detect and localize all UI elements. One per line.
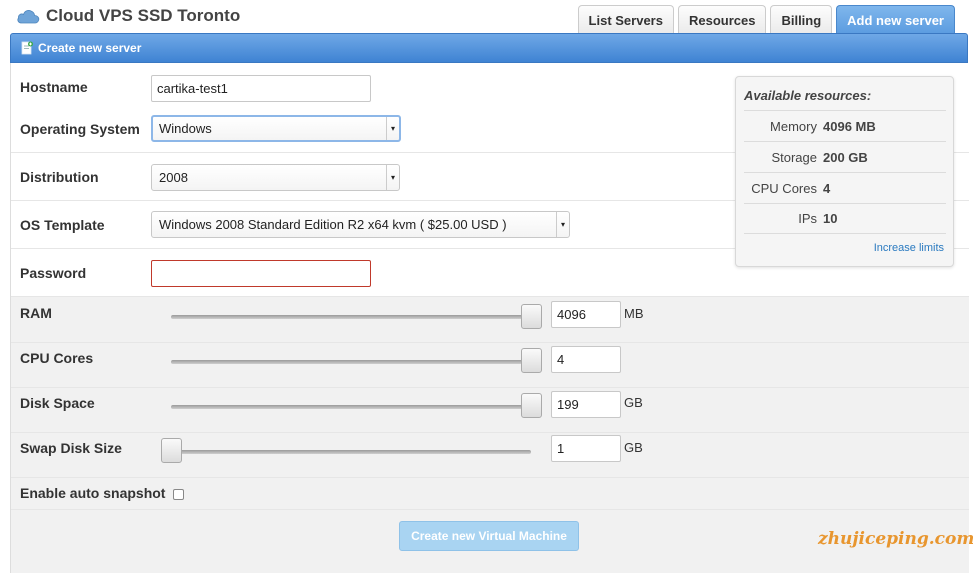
increase-limits-link[interactable]: Increase limits xyxy=(874,242,944,254)
os-label: Operating System xyxy=(20,121,140,137)
resources-title: Available resources: xyxy=(744,88,872,103)
panel-header: Create new server xyxy=(10,33,968,63)
resource-row-ips: IPs 10 xyxy=(744,203,946,234)
template-label: OS Template xyxy=(20,217,105,233)
password-input[interactable] xyxy=(151,260,371,287)
ram-slider-handle[interactable] xyxy=(521,304,542,329)
disk-row: Disk Space 199 GB xyxy=(11,387,969,432)
caret-icon: ▾ xyxy=(386,165,399,190)
template-select-value: Windows 2008 Standard Edition R2 x64 kvm… xyxy=(159,217,507,232)
ram-unit: MB xyxy=(624,306,644,321)
cloud-icon xyxy=(16,8,40,24)
header: Cloud VPS SSD Toronto List Servers Resou… xyxy=(0,0,973,34)
create-vm-button[interactable]: Create new Virtual Machine xyxy=(399,521,579,551)
tab-add-new-server[interactable]: Add new server xyxy=(836,5,955,34)
watermark: zhujiceping.com xyxy=(818,529,973,549)
resource-name: Memory xyxy=(770,118,817,134)
resource-row-cpu: CPU Cores 4 xyxy=(744,172,946,203)
tab-list-servers[interactable]: List Servers xyxy=(577,5,674,34)
cpu-input[interactable]: 4 xyxy=(551,346,621,373)
password-label: Password xyxy=(20,265,87,281)
cpu-label: CPU Cores xyxy=(20,350,94,366)
os-select-value: Windows xyxy=(159,121,212,136)
resource-row-storage: Storage 200 GB xyxy=(744,141,946,172)
swap-slider-handle[interactable] xyxy=(161,438,182,463)
os-select[interactable]: Windows ▾ xyxy=(151,115,401,142)
template-select[interactable]: Windows 2008 Standard Edition R2 x64 kvm… xyxy=(151,211,570,238)
ram-row: RAM 4096 MB xyxy=(11,296,969,342)
cpu-row: CPU Cores 4 xyxy=(11,342,969,387)
caret-icon: ▾ xyxy=(556,212,569,237)
tab-bar: List Servers Resources Billing Add new s… xyxy=(577,5,955,34)
snapshot-checkbox[interactable] xyxy=(173,489,184,500)
hostname-label: Hostname xyxy=(20,79,88,95)
tab-billing[interactable]: Billing xyxy=(770,5,833,34)
ram-label: RAM xyxy=(20,305,52,321)
caret-icon: ▾ xyxy=(386,117,399,140)
tab-resources[interactable]: Resources xyxy=(677,5,767,34)
resource-value: 4 xyxy=(823,180,831,196)
ram-input[interactable]: 4096 xyxy=(551,301,621,328)
disk-slider-handle[interactable] xyxy=(521,393,542,418)
swap-row: Swap Disk Size 1 GB xyxy=(11,432,969,477)
cpu-slider-handle[interactable] xyxy=(521,348,542,373)
disk-unit: GB xyxy=(624,395,643,410)
distribution-label: Distribution xyxy=(20,169,99,185)
snapshot-row: Enable auto snapshot xyxy=(11,477,969,509)
resource-value: 10 xyxy=(823,211,838,226)
app-title: Cloud VPS SSD Toronto xyxy=(16,6,240,26)
resource-name: Storage xyxy=(771,149,817,165)
ram-slider-track[interactable] xyxy=(171,315,531,319)
document-add-icon xyxy=(21,41,33,55)
resource-value: 200 GB xyxy=(823,149,868,165)
resource-value: 4096 MB xyxy=(823,118,876,134)
snapshot-label: Enable auto snapshot xyxy=(20,485,166,501)
resource-name: IPs xyxy=(798,211,817,226)
swap-slider-track[interactable] xyxy=(171,450,531,454)
distribution-select-value: 2008 xyxy=(159,170,188,185)
disk-label: Disk Space xyxy=(20,395,95,411)
swap-unit: GB xyxy=(624,440,643,455)
disk-input[interactable]: 199 xyxy=(551,391,621,418)
app-title-text: Cloud VPS SSD Toronto xyxy=(46,6,241,25)
cpu-slider-track[interactable] xyxy=(171,360,531,364)
resource-row-memory: Memory 4096 MB xyxy=(744,110,946,141)
distribution-select[interactable]: 2008 ▾ xyxy=(151,164,400,191)
hostname-input[interactable]: cartika-test1 xyxy=(151,75,371,102)
resource-name: CPU Cores xyxy=(751,180,817,196)
available-resources-panel: Available resources: Memory 4096 MB Stor… xyxy=(735,76,954,267)
disk-slider-track[interactable] xyxy=(171,405,531,409)
swap-label: Swap Disk Size xyxy=(20,440,122,456)
swap-input[interactable]: 1 xyxy=(551,435,621,462)
panel-title: Create new server xyxy=(38,41,142,55)
